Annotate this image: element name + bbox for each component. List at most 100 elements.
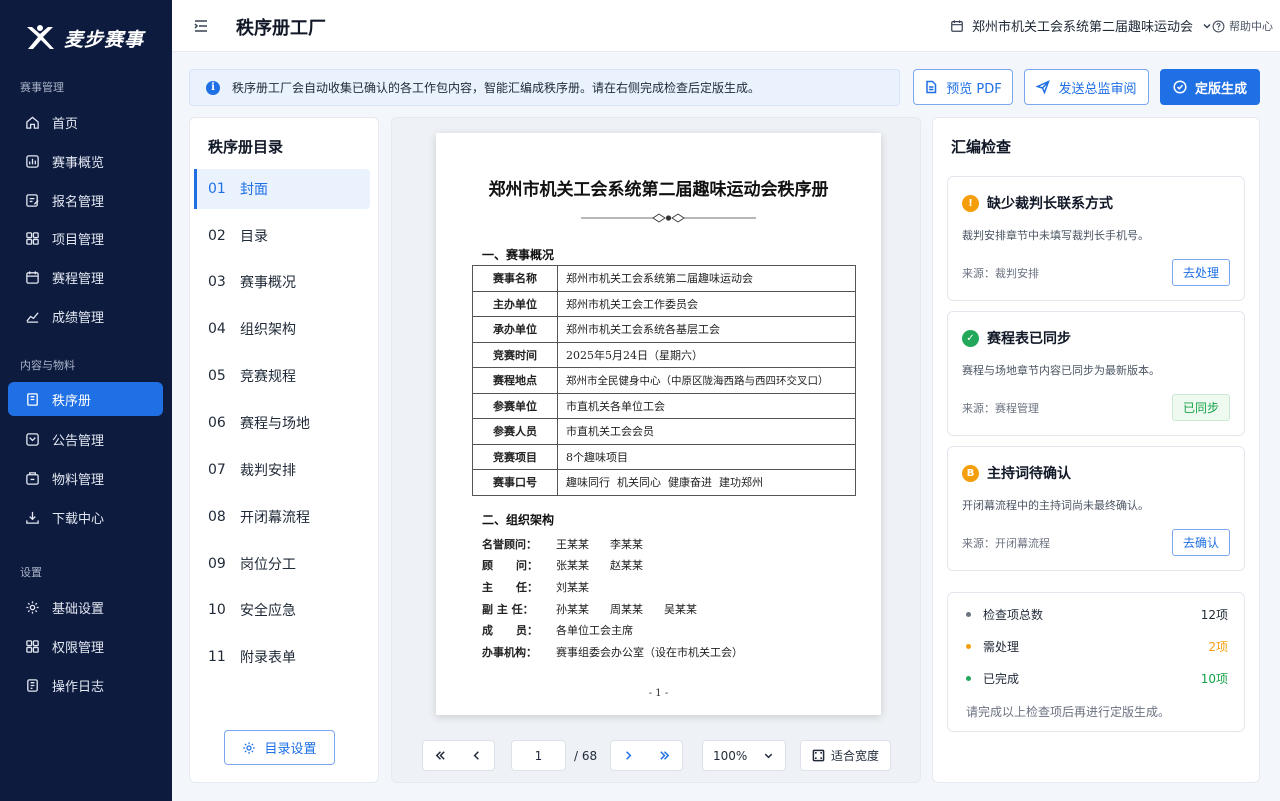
calendar-icon bbox=[951, 19, 963, 32]
nav-item-home[interactable]: 首页 bbox=[8, 105, 163, 139]
nav-item-booklet[interactable]: 秩序册 bbox=[8, 382, 163, 416]
nav-label: 首页 bbox=[52, 116, 79, 132]
org-row: 名誉顾问： 王某某 李某某 bbox=[482, 533, 743, 555]
toc-item[interactable]: 06 赛程与场地 bbox=[194, 403, 370, 443]
finalize-button[interactable]: 定版生成 bbox=[1160, 69, 1260, 105]
table-row: 参赛单位 市直机关各单位工会 bbox=[472, 392, 856, 419]
help-center-link[interactable]: 帮助中心 bbox=[1212, 18, 1273, 34]
handle-button[interactable]: 去处理 bbox=[1171, 259, 1230, 286]
next-page-icon[interactable] bbox=[622, 749, 635, 762]
toc-item[interactable]: 08 开闭幕流程 bbox=[194, 497, 370, 537]
grid-icon bbox=[24, 230, 40, 246]
table-value: 郑州市机关工会系统各基层工会 bbox=[557, 316, 856, 343]
file-icon bbox=[926, 80, 937, 94]
table-key: 竞赛时间 bbox=[472, 341, 558, 368]
card-desc: 开闭幕流程中的主持词尚未最终确认。 bbox=[962, 499, 1149, 512]
nav-item-signup[interactable]: 报名管理 bbox=[8, 183, 163, 217]
toc-item[interactable]: 01 封面 bbox=[194, 169, 370, 209]
gear-icon bbox=[243, 741, 256, 754]
toc-num: 02 bbox=[208, 228, 226, 244]
table-key: 参赛单位 bbox=[472, 392, 558, 419]
check-panel: 汇编检查 ! 缺少裁判长联系方式 裁判安排章节中未填写裁判长手机号。 来源：裁判安… bbox=[932, 117, 1260, 783]
toc-item[interactable]: 11 附录表单 bbox=[194, 637, 370, 677]
toc-label: 组织架构 bbox=[240, 322, 296, 338]
event-selector[interactable]: 郑州市机关工会系统第二届趣味运动会 bbox=[950, 16, 1213, 35]
org-value: 王某某 李某某 bbox=[556, 537, 643, 551]
notice-text: 秩序册工厂会自动收集已确认的各工作包内容，智能汇编成秩序册。请在右侧完成检查后定… bbox=[232, 81, 761, 95]
pending-icon: B bbox=[962, 464, 979, 482]
nav-item-overview[interactable]: 赛事概览 bbox=[8, 144, 163, 178]
org-key: 副 主 任： bbox=[482, 602, 534, 616]
toc-num: 11 bbox=[208, 649, 226, 665]
document-page: 郑州市机关工会系统第二届趣味运动会秩序册 一、赛事概况 赛事名称 郑州市机关工会系… bbox=[436, 133, 881, 715]
nav-item-notices[interactable]: 公告管理 bbox=[8, 422, 163, 456]
last-page-icon[interactable] bbox=[658, 749, 671, 762]
button-label: 发送总监审阅 bbox=[1058, 81, 1137, 97]
info-icon: i bbox=[206, 80, 220, 95]
home-icon bbox=[24, 114, 40, 130]
card-title: 主持词待确认 bbox=[987, 466, 1071, 482]
table-row: 主办单位 郑州市机关工会工作委员会 bbox=[472, 290, 856, 317]
summary-row: 需处理 2项 bbox=[966, 638, 1228, 655]
page-input[interactable]: 1 bbox=[511, 740, 566, 771]
table-row: 赛程地点 郑州市全民健身中心（中原区陇海西路与西四环交叉口） bbox=[472, 367, 856, 394]
toc-item[interactable]: 02 目录 bbox=[194, 216, 370, 256]
org-key: 成 员： bbox=[482, 624, 538, 638]
summary-value: 12项 bbox=[1200, 608, 1228, 622]
toc-item[interactable]: 09 岗位分工 bbox=[194, 544, 370, 584]
org-row: 办事机构： 赛事组委会办公室（设在市机关工会） bbox=[482, 641, 743, 663]
org-row: 顾 问： 张某某 赵某某 bbox=[482, 555, 743, 577]
table-row: 竞赛项目 8个趣味项目 bbox=[472, 443, 856, 470]
nav-item-permissions[interactable]: 权限管理 bbox=[8, 629, 163, 663]
nav-label: 赛程管理 bbox=[52, 271, 105, 287]
send-review-button[interactable]: 发送总监审阅 bbox=[1024, 69, 1149, 105]
org-value: 孙某某 周某某 吴某某 bbox=[556, 602, 697, 616]
org-row: 主 任： 刘某某 bbox=[482, 576, 743, 598]
toc-settings-button[interactable]: 目录设置 bbox=[224, 730, 335, 765]
toc-item[interactable]: 04 组织架构 bbox=[194, 309, 370, 349]
nav-label: 项目管理 bbox=[52, 232, 105, 248]
nav-item-projects[interactable]: 项目管理 bbox=[8, 221, 163, 255]
card-title: 赛程表已同步 bbox=[987, 331, 1071, 347]
fit-width-button[interactable]: 适合宽度 bbox=[800, 740, 891, 771]
nav-item-basic-settings[interactable]: 基础设置 bbox=[8, 590, 163, 624]
toc-label: 赛事概况 bbox=[240, 275, 296, 291]
toc-item[interactable]: 07 裁判安排 bbox=[194, 450, 370, 490]
nav-item-schedule[interactable]: 赛程管理 bbox=[8, 260, 163, 294]
table-value: 2025年5月24日（星期六） bbox=[557, 341, 856, 368]
toc-num: 07 bbox=[208, 462, 226, 478]
nav-item-logs[interactable]: 操作日志 bbox=[8, 668, 163, 702]
zoom-select[interactable]: 100% bbox=[702, 740, 786, 771]
toc-panel: 秩序册目录 01 封面 02 目录 03 赛事概况 04 组织架构 05 竞赛规程 06 赛… bbox=[189, 117, 379, 783]
toc-item[interactable]: 10 安全应急 bbox=[194, 590, 370, 630]
toc-num: 09 bbox=[208, 556, 226, 572]
calendar-icon bbox=[24, 269, 40, 285]
brand-logo[interactable]: 麦步赛事 bbox=[24, 22, 144, 54]
toc-num: 06 bbox=[208, 415, 226, 431]
prev-page-icon[interactable] bbox=[470, 749, 483, 762]
preview-pdf-button[interactable]: 预览 PDF bbox=[913, 69, 1013, 105]
table-value: 郑州市全民健身中心（中原区陇海西路与西四环交叉口） bbox=[557, 367, 856, 394]
gear-icon bbox=[24, 599, 40, 615]
menu-toggle-icon[interactable] bbox=[192, 17, 210, 35]
toc-item[interactable]: 03 赛事概况 bbox=[194, 262, 370, 302]
help-icon bbox=[1212, 20, 1225, 32]
first-page-icon[interactable] bbox=[434, 749, 447, 762]
nav-item-downloads[interactable]: 下载中心 bbox=[8, 500, 163, 534]
toc-label: 安全应急 bbox=[240, 603, 296, 619]
zoom-value: 100% bbox=[713, 748, 748, 763]
card-desc: 裁判安排章节中未填写裁判长手机号。 bbox=[962, 229, 1149, 242]
brand-name: 麦步赛事 bbox=[64, 28, 145, 51]
table-key: 赛事名称 bbox=[472, 265, 558, 292]
check-card: ! 缺少裁判长联系方式 裁判安排章节中未填写裁判长手机号。 来源：裁判安排 去处理 bbox=[947, 176, 1245, 301]
summary-row: 已完成 10项 bbox=[966, 670, 1228, 687]
nav-label: 基础设置 bbox=[52, 601, 105, 617]
overview-table: 赛事名称 郑州市机关工会系统第二届趣味运动会 主办单位 郑州市机关工会工作委员会 承… bbox=[472, 265, 856, 496]
nav-item-results[interactable]: 成绩管理 bbox=[8, 299, 163, 333]
synced-badge: 已同步 bbox=[1171, 394, 1230, 421]
toc-label: 赛程与场地 bbox=[240, 416, 310, 432]
toc-item[interactable]: 05 竞赛规程 bbox=[194, 356, 370, 396]
org-list: 名誉顾问： 王某某 李某某 顾 问： 张某某 赵某某 主 任： 刘某某 副 主 任： 孙… bbox=[482, 533, 743, 663]
nav-item-materials[interactable]: 物料管理 bbox=[8, 461, 163, 495]
confirm-button[interactable]: 去确认 bbox=[1171, 529, 1230, 556]
